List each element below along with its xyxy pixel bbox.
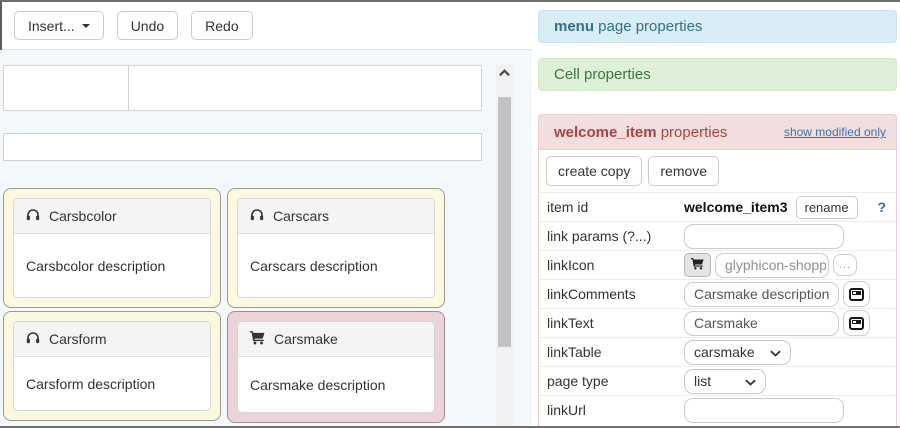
prop-row-link-text: linkText	[539, 308, 896, 337]
prop-row-item-id: item id welcome_item3 rename ?	[539, 192, 896, 221]
canvas-scrollbar[interactable]	[496, 64, 513, 428]
open-editor-button[interactable]	[843, 281, 870, 307]
card-inner-panel: Carsmake Carsmake description	[237, 321, 435, 413]
welcome-item-properties-header[interactable]: welcome_item properties show modified on…	[538, 114, 897, 150]
cell-properties-title: Cell properties	[554, 66, 651, 83]
editor-toolbar: Insert... Undo Redo	[0, 2, 532, 50]
page-type-label: page type	[547, 373, 684, 389]
welcome-item-properties-body: create copy remove item id welcome_item3…	[538, 150, 897, 426]
item-id-value: welcome_item3	[684, 199, 788, 215]
shopping-cart-icon	[691, 257, 704, 273]
card-inner-panel: Carsbcolor Carsbcolor description	[13, 198, 211, 298]
cell-properties-header[interactable]: Cell properties	[538, 58, 897, 91]
icon-picker-button[interactable]: ...	[833, 254, 857, 276]
link-table-label: linkTable	[547, 344, 684, 360]
icon-preview-button[interactable]	[684, 253, 711, 277]
card-header: Carsbcolor	[14, 199, 210, 234]
item-action-buttons: create copy remove	[539, 150, 896, 192]
link-icon-input[interactable]	[715, 253, 829, 278]
welcome-item-properties-title: welcome_item properties	[554, 124, 727, 141]
card-inner-panel: Carsform Carsform description	[13, 321, 211, 411]
card-description: Carsform description	[14, 357, 210, 410]
menu-item-card-carsbcolor[interactable]: Carsbcolor Carsbcolor description	[3, 188, 221, 308]
link-table-select[interactable]: carsmake	[684, 340, 791, 365]
chevron-down-icon	[770, 344, 781, 360]
left-edge-divider	[0, 2, 2, 50]
link-url-input[interactable]	[684, 398, 844, 423]
open-editor-button[interactable]	[843, 310, 870, 336]
help-icon[interactable]: ?	[877, 199, 886, 215]
prop-row-link-url: linkUrl	[539, 395, 896, 424]
headphones-icon	[26, 331, 40, 347]
card-title: Carsmake	[274, 331, 338, 347]
cell-divider	[128, 66, 129, 110]
modal-window-icon	[849, 317, 864, 330]
card-description: Carscars description	[238, 234, 434, 297]
link-url-label: linkUrl	[547, 402, 684, 418]
rename-button[interactable]: rename	[796, 196, 858, 219]
create-copy-button[interactable]: create copy	[546, 156, 642, 186]
prop-row-link-icon: linkIcon ...	[539, 250, 896, 279]
link-text-label: linkText	[547, 315, 684, 331]
scrollbar-thumb[interactable]	[498, 97, 511, 347]
layout-row-placeholder[interactable]	[3, 133, 482, 161]
card-title: Carscars	[273, 208, 329, 224]
caret-down-icon	[82, 24, 90, 28]
link-comments-input[interactable]	[684, 282, 839, 307]
insert-label: Insert...	[28, 18, 75, 34]
prop-row-link-params: link params (?...)	[539, 221, 896, 250]
prop-row-link-table: linkTable carsmake	[539, 337, 896, 366]
layout-row-placeholder-top[interactable]	[3, 65, 482, 111]
card-description: Carsbcolor description	[14, 234, 210, 297]
headphones-icon	[26, 208, 40, 224]
page-type-selected-value: list	[694, 373, 711, 389]
menu-item-card-carsform[interactable]: Carsform Carsform description	[3, 311, 221, 421]
menu-item-card-carscars[interactable]: Carscars Carscars description	[227, 188, 445, 308]
prop-row-page-type: page type list	[539, 366, 896, 395]
card-description: Carsmake description	[238, 357, 434, 412]
headphones-icon	[250, 208, 264, 224]
link-table-selected-value: carsmake	[694, 344, 755, 360]
card-inner-panel: Carscars Carscars description	[237, 198, 435, 298]
card-header: Carscars	[238, 199, 434, 234]
link-params-label: link params (?...)	[547, 228, 684, 244]
link-comments-label: linkComments	[547, 286, 684, 302]
card-header: Carsform	[14, 322, 210, 357]
undo-button[interactable]: Undo	[117, 11, 178, 40]
card-header: Carsmake	[238, 322, 434, 357]
menu-page-properties-header[interactable]: menu page properties	[538, 10, 897, 43]
page-editor-window: Insert... Undo Redo Carsbcolor Carsbcolo…	[0, 0, 900, 428]
menu-item-card-carsmake-selected[interactable]: Carsmake Carsmake description	[227, 311, 445, 423]
redo-button[interactable]: Redo	[191, 11, 252, 40]
insert-dropdown-button[interactable]: Insert...	[14, 11, 104, 40]
card-title: Carsbcolor	[49, 208, 117, 224]
show-modified-only-link[interactable]: show modified only	[784, 125, 886, 139]
canvas-panel: Insert... Undo Redo Carsbcolor Carsbcolo…	[0, 2, 532, 426]
prop-row-link-comments: linkComments	[539, 279, 896, 308]
card-title: Carsform	[49, 331, 107, 347]
page-type-select[interactable]: list	[684, 369, 766, 394]
link-text-input[interactable]	[684, 311, 839, 336]
item-id-label: item id	[547, 199, 684, 215]
remove-button[interactable]: remove	[648, 156, 719, 186]
modal-window-icon	[849, 288, 864, 301]
scroll-up-icon[interactable]	[496, 64, 513, 81]
chevron-down-icon	[745, 373, 756, 389]
menu-page-properties-title: menu page properties	[554, 18, 702, 35]
link-params-input[interactable]	[684, 224, 844, 249]
shopping-cart-icon	[250, 330, 265, 348]
link-icon-label: linkIcon	[547, 257, 684, 273]
properties-panel: menu page properties Cell properties wel…	[538, 2, 897, 426]
